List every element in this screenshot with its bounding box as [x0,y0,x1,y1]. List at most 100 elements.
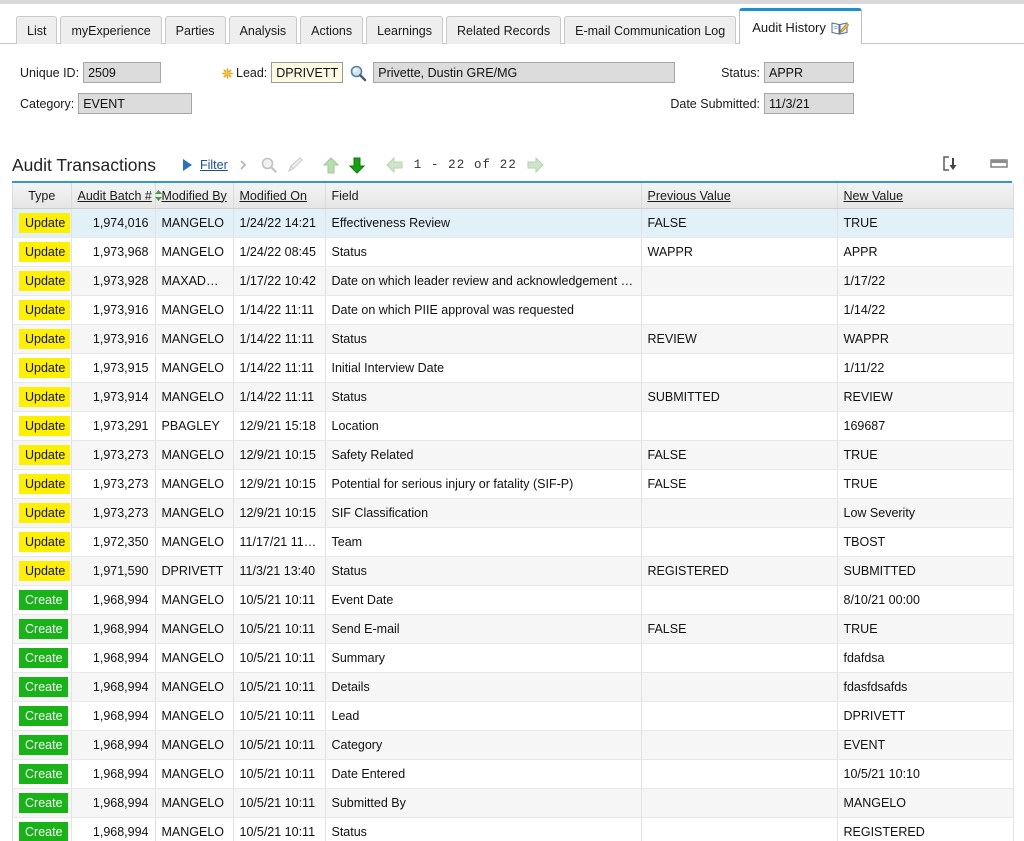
lead-description-display: Privette, Dustin GRE/MG [373,62,676,83]
cell-audit-batch: 1,968,994 [71,701,156,731]
date-submitted-input[interactable]: 11/3/21 [764,93,854,114]
collapse-section-icon[interactable] [986,152,1012,176]
cell-audit-batch: 1,968,994 [71,730,156,760]
cell-modified-on: 10/5/21 10:11 [233,788,326,818]
table-row[interactable]: Update 1,973,273 MANGELO 12/9/21 10:15 SIF C… [13,498,1014,528]
column-header-type: Type [13,183,72,209]
cell-modified-by: MANGELO [155,788,234,818]
lead-input[interactable]: DPRIVETT [271,62,344,83]
column-header-modified-by[interactable]: Modified By [155,183,234,209]
tab-list[interactable]: List [16,16,58,44]
section-header: Audit Transactions Filter 1 - 22 of 22 [12,149,1012,183]
cell-modified-on: 1/17/22 10:42 [233,266,326,296]
cell-field: Status [325,556,642,586]
column-header-modified-on[interactable]: Modified On [233,183,326,209]
table-row[interactable]: Update 1,973,273 MANGELO 12/9/21 10:15 Poten… [13,469,1014,499]
cell-modified-on: 1/14/22 11:11 [233,324,326,354]
table-row[interactable]: Update 1,973,968 MANGELO 1/24/22 08:45 Statu… [13,237,1014,267]
search-magnifier-icon[interactable] [256,153,282,177]
table-row[interactable]: Update 1,971,590 DPRIVETT 11/3/21 13:40 Stat… [13,556,1014,586]
column-header-new-value[interactable]: New Value [837,183,1014,209]
tab-label: Actions [311,23,353,38]
column-header-audit-batch[interactable]: Audit Batch # [71,183,162,209]
table-row[interactable]: Create 1,968,994 MANGELO 10/5/21 10:11 Event… [13,585,1014,615]
table-row[interactable]: Create 1,968,994 MANGELO 10/5/21 10:11 Statu… [13,817,1014,841]
table-row[interactable]: Create 1,968,994 MANGELO 10/5/21 10:11 Lead D… [13,701,1014,731]
table-row[interactable]: Update 1,973,914 MANGELO 1/14/22 11:11 Statu… [13,382,1014,412]
cell-audit-batch: 1,973,916 [71,295,156,325]
type-badge: Create [19,647,68,669]
table-row[interactable]: Create 1,968,994 MANGELO 10/5/21 10:11 Date … [13,759,1014,789]
tab-e-mail-communication-log[interactable]: E-mail Communication Log [564,16,737,44]
tab-label: Related Records [457,23,551,38]
table-row[interactable]: Create 1,968,994 MANGELO 10/5/21 10:11 Summa… [13,643,1014,673]
cell-previous-value [641,295,838,325]
cell-new-value: REGISTERED [837,817,1014,841]
status-input[interactable]: APPR [764,62,854,83]
edit-pencil-icon[interactable] [282,153,308,177]
cell-new-value: 1/11/22 [837,353,1014,383]
cell-modified-by: MANGELO [155,643,234,673]
cell-modified-on: 10/5/21 10:11 [233,701,326,731]
filter-play-triangle-icon[interactable] [174,153,200,177]
type-badge: Update [19,386,70,408]
tab-label: Parties [175,23,215,38]
cell-audit-batch: 1,968,994 [71,759,156,789]
table-header-row: Type Audit Batch # Modified By Modified … [13,183,1014,209]
table-row[interactable]: Create 1,968,994 MANGELO 10/5/21 10:11 Submi… [13,788,1014,818]
date-submitted-label: Date Submitted: [670,96,760,111]
table-row[interactable]: Update 1,973,928 MAXADMIN 1/17/22 10:42 Date… [13,266,1014,296]
cell-modified-on: 1/14/22 11:11 [233,382,326,412]
table-row[interactable]: Update 1,973,915 MANGELO 1/14/22 11:11 Initi… [13,353,1014,383]
category-input[interactable]: EVENT [78,93,193,114]
cell-new-value: 10/5/21 10:10 [837,759,1014,789]
record-header-form: Unique ID: 2509 Category: EVENT Lead: DP… [0,44,1024,149]
cell-type: Create [13,730,72,760]
previous-page-arrow-icon[interactable] [382,153,408,177]
column-header-previous-value[interactable]: Previous Value [641,183,838,209]
tab-analysis[interactable]: Analysis [228,16,298,44]
tab-parties[interactable]: Parties [164,16,226,44]
table-row[interactable]: Update 1,973,291 PBAGLEY 12/9/21 15:18 Locat… [13,411,1014,441]
unique-id-input[interactable]: 2509 [83,62,162,83]
cell-field: Details [325,672,642,702]
cell-previous-value: FALSE [641,614,838,644]
cell-type: Update [13,324,72,354]
cell-type: Create [13,701,72,731]
move-up-arrow-icon[interactable] [318,153,344,177]
type-badge: Create [19,676,68,698]
move-down-arrow-icon[interactable] [344,153,370,177]
audit-transactions-table: Type Audit Batch # Modified By Modified … [13,183,1014,841]
cell-field: Date on which PIIE approval was requeste… [325,295,642,325]
cell-modified-by: MANGELO [155,382,234,412]
cell-modified-on: 10/5/21 10:11 [233,614,326,644]
table-row[interactable]: Update 1,974,016 MANGELO 1/24/22 14:21 Effec… [13,208,1014,238]
tab-myexperience[interactable]: myExperience [60,16,162,44]
table-row[interactable]: Update 1,973,916 MANGELO 1/14/22 11:11 Statu… [13,324,1014,354]
table-row[interactable]: Update 1,973,273 MANGELO 12/9/21 10:15 Safet… [13,440,1014,470]
download-icon[interactable] [938,152,964,176]
table-row[interactable]: Create 1,968,994 MANGELO 10/5/21 10:11 Categ… [13,730,1014,760]
lead-lookup-magnifier-icon[interactable] [349,64,367,82]
type-badge: Update [19,415,70,437]
tab-actions[interactable]: Actions [300,16,364,44]
table-row[interactable]: Update 1,972,350 MANGELO 11/17/21 11:39 Team… [13,527,1014,557]
tab-label: Audit History [752,20,826,35]
type-badge: Update [19,444,70,466]
table-row[interactable]: Create 1,968,994 MANGELO 10/5/21 10:11 Detai… [13,672,1014,702]
sort-arrows-icon[interactable] [154,189,163,204]
cell-type: Update [13,440,72,470]
cell-new-value: SUBMITTED [837,556,1014,586]
tab-learnings[interactable]: Learnings [366,16,444,44]
tab-related-records[interactable]: Related Records [446,16,562,44]
tab-audit-history[interactable]: Audit History [739,8,862,44]
type-badge: Update [19,241,70,263]
tab-list: List myExperience Parties Analysis Actions Le… [16,4,865,44]
type-badge: Create [19,763,68,785]
chevron-right-icon[interactable] [230,153,256,177]
filter-link[interactable]: Filter [200,158,228,172]
next-page-arrow-icon[interactable] [523,153,549,177]
cell-previous-value [641,527,838,557]
table-row[interactable]: Update 1,973,916 MANGELO 1/14/22 11:11 Date … [13,295,1014,325]
table-row[interactable]: Create 1,968,994 MANGELO 10/5/21 10:11 Send … [13,614,1014,644]
